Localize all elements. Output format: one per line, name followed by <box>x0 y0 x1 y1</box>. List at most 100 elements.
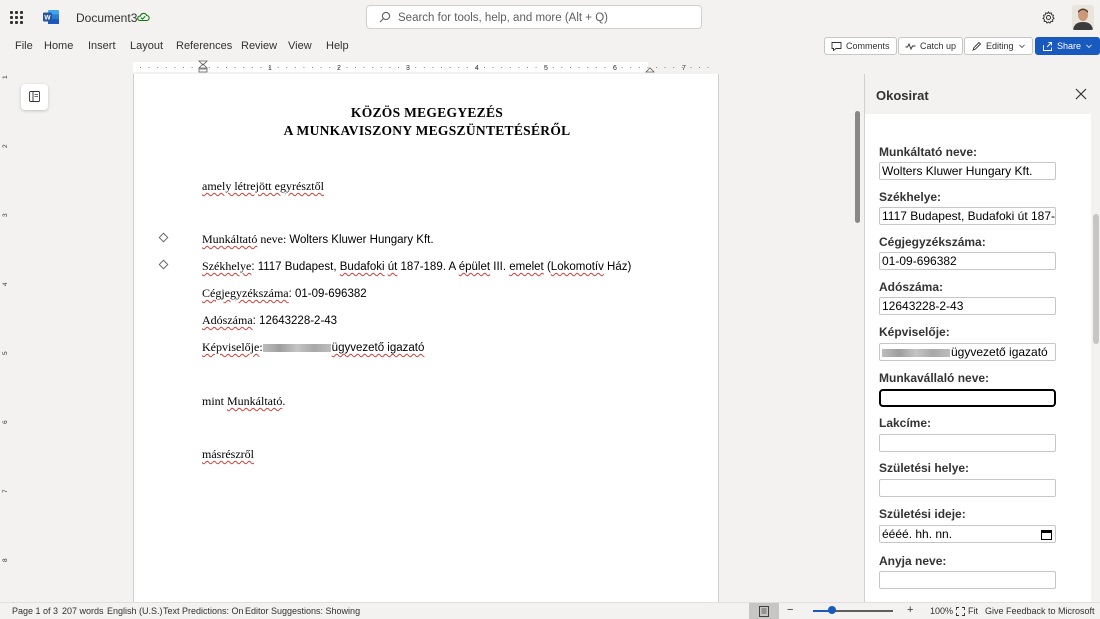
editing-label: Editing <box>986 41 1014 51</box>
ruler-tick <box>561 67 563 68</box>
field-label-birthplace: Születési helye: <box>879 461 970 475</box>
zoom-slider[interactable] <box>813 610 893 612</box>
as-employer-part: Munkáltató <box>227 394 283 408</box>
tab-help[interactable]: Help <box>326 40 349 52</box>
intro-text: amely létrejött egyrésztől <box>202 179 324 193</box>
ruler-tick <box>578 67 580 68</box>
share-button[interactable]: Share <box>1035 37 1100 55</box>
navigation-pane-button[interactable] <box>21 84 48 110</box>
mother-name-input[interactable] <box>879 571 1056 589</box>
chevron-down-icon <box>1086 44 1092 48</box>
app-launcher-icon[interactable] <box>10 11 23 24</box>
tax-number-input[interactable]: 12643228-2-43 <box>879 297 1056 315</box>
employee-name-input[interactable] <box>879 389 1056 407</box>
comments-label: Comments <box>846 41 890 51</box>
editing-mode-button[interactable]: Editing <box>964 37 1033 55</box>
birthplace-input[interactable] <box>879 479 1056 497</box>
ruler-tick <box>466 67 468 68</box>
gear-icon[interactable] <box>1042 11 1055 24</box>
feedback-link[interactable]: Give Feedback to Microsoft <box>985 606 1095 616</box>
ruler-number: 7 <box>682 65 686 72</box>
ruler-tick <box>690 67 692 68</box>
ruler-tick <box>458 67 460 68</box>
field-label-representative: Képviselője: <box>879 325 950 339</box>
representative-input[interactable]: ügyvezető igazató <box>879 343 1056 361</box>
document-canvas[interactable]: KÖZÖS MEGEGYEZÉS A MUNKAVISZONY MEGSZÜNT… <box>14 74 863 602</box>
fit-button[interactable]: Fit <box>968 606 978 616</box>
word-count[interactable]: 207 words <box>62 606 104 616</box>
calendar-icon[interactable] <box>1041 529 1052 540</box>
search-box[interactable]: Search for tools, help, and more (Alt + … <box>366 5 702 29</box>
horizontal-ruler[interactable]: 1 2 3 4 5 6 7 <box>0 60 863 74</box>
ruler-tick <box>243 67 245 68</box>
registration-number-input[interactable]: 01-09-696382 <box>879 252 1056 270</box>
ruler-tick <box>303 67 305 68</box>
pane-scrollbar-thumb[interactable] <box>1093 214 1099 344</box>
user-avatar[interactable] <box>1072 5 1094 30</box>
employer-name-input[interactable]: Wolters Kluwer Hungary Kft. <box>879 162 1056 180</box>
tab-file[interactable]: File <box>15 40 33 52</box>
seat-input[interactable]: 1117 Budapest, Budafoki út 187-1 <box>879 207 1056 225</box>
document-page[interactable]: KÖZÖS MEGEGYEZÉS A MUNKAVISZONY MEGSZÜNT… <box>133 74 719 602</box>
language[interactable]: English (U.S.) <box>107 606 163 616</box>
zoom-in-button[interactable]: + <box>907 604 913 616</box>
ruler-tick <box>484 67 485 68</box>
ruler-tick <box>441 67 442 68</box>
comments-button[interactable]: Comments <box>824 37 897 55</box>
ruler-tick <box>449 67 451 68</box>
field-label-mother-name: Anyja neve: <box>879 554 947 568</box>
search-placeholder: Search for tools, help, and more (Alt + … <box>398 12 608 24</box>
editor-suggestions[interactable]: Editor Suggestions: Showing <box>245 606 360 616</box>
close-icon[interactable] <box>1075 88 1087 100</box>
zoom-level[interactable]: 100% <box>930 606 953 616</box>
employer-value[interactable]: Wolters Kluwer Hungary Kft. <box>289 234 433 246</box>
regno-label: Cégjegyzékszáma <box>202 286 289 300</box>
pane-scrollbar[interactable] <box>1091 114 1100 602</box>
content-control-marker[interactable] <box>158 259 169 270</box>
fit-icon[interactable] <box>956 607 965 616</box>
tab-view[interactable]: View <box>288 40 312 52</box>
saved-to-cloud-icon[interactable] <box>136 10 150 24</box>
vertical-ruler[interactable]: 1 2 3 4 5 6 7 8 <box>0 74 14 602</box>
birthdate-input[interactable]: éééé. hh. nn. <box>879 525 1056 543</box>
tab-review[interactable]: Review <box>241 40 277 52</box>
ribbon-tabs: File Home Insert Layout References Revie… <box>0 34 1100 60</box>
ruler-tick <box>535 67 537 68</box>
redacted-name <box>882 348 950 357</box>
employer-label: Munkáltató <box>202 232 258 246</box>
text-predictions[interactable]: Text Predictions: On <box>163 606 244 616</box>
zoom-out-button[interactable]: − <box>787 604 793 616</box>
ruler-tick <box>432 67 434 68</box>
search-icon <box>379 11 391 23</box>
seat-value-part: III. <box>490 261 510 273</box>
ruler-tick <box>518 67 520 68</box>
tab-references[interactable]: References <box>176 40 232 52</box>
tax-line: Adószáma: 12643228-2-43 <box>202 313 337 328</box>
seat-value-part: 187-189. A <box>397 261 459 273</box>
content-control-marker[interactable] <box>158 232 169 243</box>
ruler-tick <box>234 67 236 68</box>
address-input[interactable] <box>879 434 1056 452</box>
tab-home[interactable]: Home <box>44 40 73 52</box>
tab-insert[interactable]: Insert <box>88 40 116 52</box>
employer-line: Munkáltató neve: Wolters Kluwer Hungary … <box>202 232 434 247</box>
seat-value-part: Budafoki <box>339 261 385 273</box>
zoom-slider-thumb[interactable] <box>828 606 837 614</box>
document-heading-1: KÖZÖS MEGEGYEZÉS <box>350 105 504 120</box>
ruler-number: 4 <box>475 65 479 72</box>
document-title[interactable]: Document3 <box>76 11 137 25</box>
left-indent-marker[interactable] <box>198 68 208 73</box>
intro-line: amely létrejött egyrésztől <box>202 179 324 194</box>
ruler-tick <box>277 67 279 68</box>
document-scrollbar[interactable] <box>855 111 860 223</box>
ruler-tick <box>260 67 262 68</box>
page-count[interactable]: Page 1 of 3 <box>12 606 58 616</box>
seat-line: Székhelye: 1117 Budapest, Budafoki út 18… <box>202 259 631 274</box>
field-label-birthdate: Születési ideje: <box>879 507 966 521</box>
seat-value-part: emelet <box>509 261 544 273</box>
catch-up-button[interactable]: Catch up <box>898 37 964 55</box>
birthdate-placeholder: éééé. hh. nn. <box>882 527 953 541</box>
tab-layout[interactable]: Layout <box>130 40 163 52</box>
print-layout-button[interactable] <box>749 603 779 619</box>
word-logo-icon[interactable]: W <box>43 10 59 24</box>
